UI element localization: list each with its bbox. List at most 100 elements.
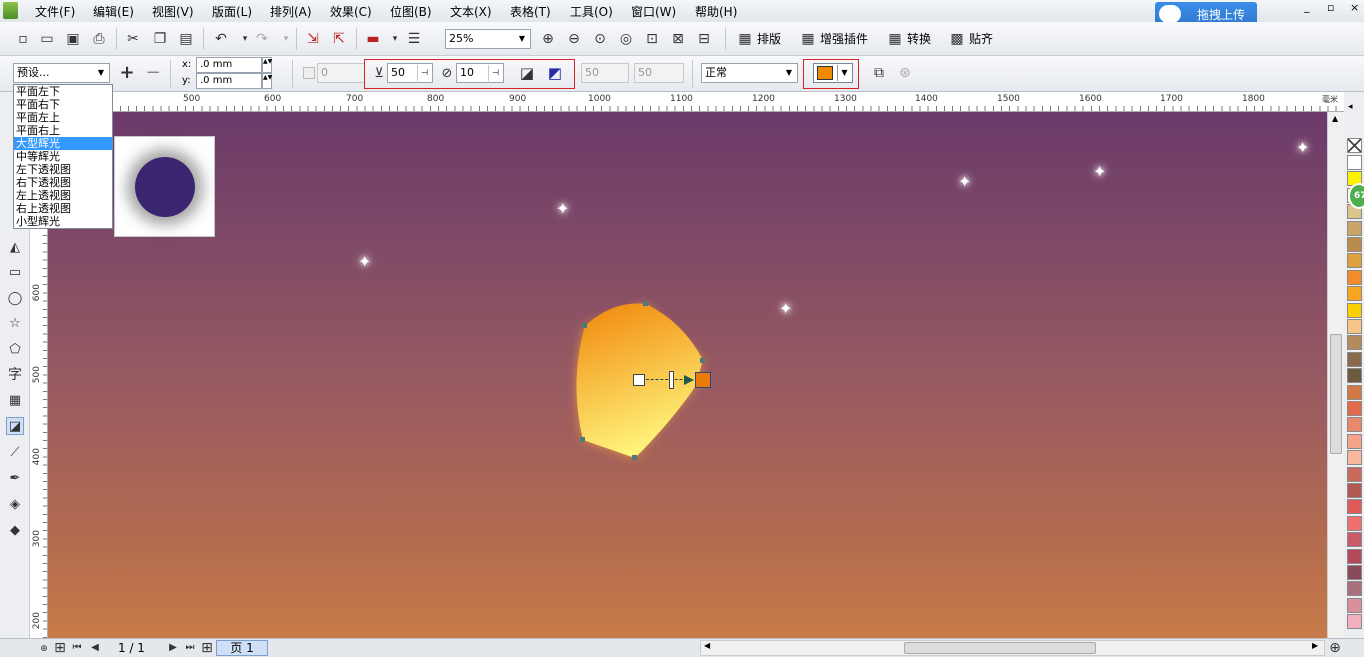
color-swatch[interactable]: [1347, 286, 1362, 302]
application-launcher-icon[interactable]: ▬: [364, 30, 382, 48]
menu-text[interactable]: 文本(X): [450, 3, 492, 20]
feather-direction-icon[interactable]: ◪: [518, 64, 536, 82]
node-handle[interactable]: [580, 437, 585, 442]
basic-shapes-tool-icon[interactable]: ⬠: [6, 341, 24, 359]
page-tab[interactable]: 页 1: [216, 640, 268, 656]
preset-option[interactable]: 左下透视图: [14, 163, 112, 176]
text-tool-icon[interactable]: 字: [6, 366, 24, 384]
preset-option[interactable]: 右下透视图: [14, 176, 112, 189]
menu-file[interactable]: 文件(F): [35, 3, 75, 20]
close-button[interactable]: ×: [1350, 1, 1359, 14]
table-tool-icon[interactable]: ▦: [6, 392, 24, 410]
menu-effects[interactable]: 效果(C): [330, 3, 372, 20]
color-swatch[interactable]: [1347, 368, 1362, 384]
eyedropper-tool-icon[interactable]: ⟋: [6, 444, 24, 462]
slider-icon[interactable]: ⊣: [488, 65, 502, 81]
side-badge[interactable]: 67: [1348, 183, 1364, 209]
preset-option[interactable]: 小型辉光: [14, 215, 112, 228]
preset-option[interactable]: 平面左上: [14, 111, 112, 124]
open-folder-icon[interactable]: ▭: [38, 30, 56, 48]
drawing-canvas[interactable]: ✦ ✦ ✦ ✦ ✦ ✦: [48, 112, 1327, 638]
rectangle-tool-icon[interactable]: ▭: [6, 264, 24, 282]
zoom-height-icon[interactable]: ⊟: [695, 30, 713, 48]
shadow-color-picker[interactable]: ▼: [813, 63, 853, 83]
first-page-icon[interactable]: ⏮: [68, 639, 86, 657]
horizontal-scrollbar[interactable]: ◀ ▶: [700, 640, 1325, 656]
color-swatch[interactable]: [1347, 319, 1362, 334]
no-color-swatch[interactable]: [1347, 138, 1362, 153]
remove-preset-icon[interactable]: −: [144, 64, 162, 82]
zoom-out-icon[interactable]: ⊖: [565, 30, 583, 48]
welcome-screen-icon[interactable]: ☰: [405, 30, 423, 48]
menu-edit[interactable]: 编辑(E): [93, 3, 134, 20]
color-swatch[interactable]: [1347, 515, 1362, 531]
undo-icon[interactable]: ↶: [212, 30, 230, 48]
preset-option-selected[interactable]: 大型辉光: [14, 137, 112, 150]
zoom-selected-icon[interactable]: ⊙: [591, 30, 609, 48]
zoom-in-icon[interactable]: ⊕: [539, 30, 557, 48]
node-handle[interactable]: [643, 301, 648, 306]
launcher-dropdown-icon[interactable]: ▾: [386, 30, 404, 48]
shadow-stretch-field[interactable]: 50: [634, 63, 684, 83]
color-swatch[interactable]: [1347, 597, 1362, 613]
new-document-icon[interactable]: ▫: [14, 30, 32, 48]
preset-option[interactable]: 左上透视图: [14, 189, 112, 202]
color-swatch[interactable]: [1347, 155, 1362, 170]
menu-arrange[interactable]: 排列(A): [270, 3, 312, 20]
enhance-plugin-icon[interactable]: ▦: [799, 30, 817, 48]
color-swatch[interactable]: [1347, 548, 1362, 564]
color-swatch[interactable]: [1347, 450, 1362, 466]
color-swatch[interactable]: [1347, 466, 1362, 482]
shadow-feather-field[interactable]: 10 ⊣: [456, 63, 504, 83]
y-position-field[interactable]: .0 mm: [196, 73, 262, 89]
feather-edges-icon[interactable]: ◩: [546, 64, 564, 82]
node-handle[interactable]: [632, 455, 637, 460]
print-icon[interactable]: ⎙: [90, 30, 108, 48]
menu-window[interactable]: 窗口(W): [631, 3, 676, 20]
color-swatch[interactable]: [1347, 302, 1362, 318]
color-swatch[interactable]: [1347, 614, 1362, 630]
ellipse-tool-icon[interactable]: ◯: [6, 290, 24, 308]
color-swatch[interactable]: [1347, 269, 1362, 285]
plugin-layout[interactable]: 排版: [757, 30, 781, 47]
color-swatch[interactable]: [1347, 384, 1362, 400]
scroll-right-icon[interactable]: ▶: [1312, 641, 1318, 650]
y-spinner[interactable]: ▲▼: [262, 73, 272, 89]
preset-option[interactable]: 平面右上: [14, 124, 112, 137]
color-swatch[interactable]: [1347, 220, 1362, 236]
shadow-end-handle[interactable]: [695, 372, 711, 388]
copy-icon[interactable]: ❐: [151, 30, 169, 48]
plugin-convert[interactable]: 转换: [907, 30, 931, 47]
layout-plugin-icon[interactable]: ▦: [736, 30, 754, 48]
color-swatch[interactable]: [1347, 483, 1362, 498]
menu-table[interactable]: 表格(T): [510, 3, 551, 20]
menu-layout[interactable]: 版面(L): [212, 3, 252, 20]
redo-dropdown-icon[interactable]: ▾: [277, 30, 295, 48]
color-swatch[interactable]: [1347, 565, 1362, 580]
plugin-snap[interactable]: 贴齐: [969, 30, 993, 47]
slider-icon[interactable]: ⊣: [417, 65, 431, 81]
zoom-level-select[interactable]: 25% ▼: [445, 29, 531, 49]
node-handle[interactable]: [582, 323, 587, 328]
paste-icon[interactable]: ▤: [177, 30, 195, 48]
zoom-page-icon[interactable]: ⊡: [643, 30, 661, 48]
color-swatch[interactable]: [1347, 351, 1362, 367]
color-swatch[interactable]: [1347, 499, 1362, 515]
add-preset-icon[interactable]: +: [118, 64, 136, 82]
horizontal-ruler[interactable]: 500 600 700 800 900 1000 1100 1200 1300 …: [30, 92, 1348, 112]
shadow-angle-field[interactable]: 0: [317, 63, 365, 83]
shadow-start-handle[interactable]: [633, 374, 645, 386]
plugin-enhance[interactable]: 增强插件: [820, 30, 868, 47]
color-swatch[interactable]: [1347, 417, 1362, 433]
interactive-fill-tool-icon[interactable]: ◆: [6, 522, 24, 540]
add-page-after-icon[interactable]: ⊞: [198, 639, 216, 657]
shadow-offset-checkbox[interactable]: [303, 67, 315, 79]
color-swatch[interactable]: [1347, 401, 1362, 416]
undo-dropdown-icon[interactable]: ▾: [236, 30, 254, 48]
last-page-icon[interactable]: ⏭: [181, 639, 199, 657]
snap-plugin-icon[interactable]: ▩: [948, 30, 966, 48]
smart-fill-tool-icon[interactable]: ◭: [6, 239, 24, 257]
color-swatch[interactable]: [1347, 335, 1362, 351]
merge-mode-select[interactable]: 正常 ▼: [701, 63, 798, 83]
scroll-left-icon[interactable]: ◀: [704, 641, 710, 650]
